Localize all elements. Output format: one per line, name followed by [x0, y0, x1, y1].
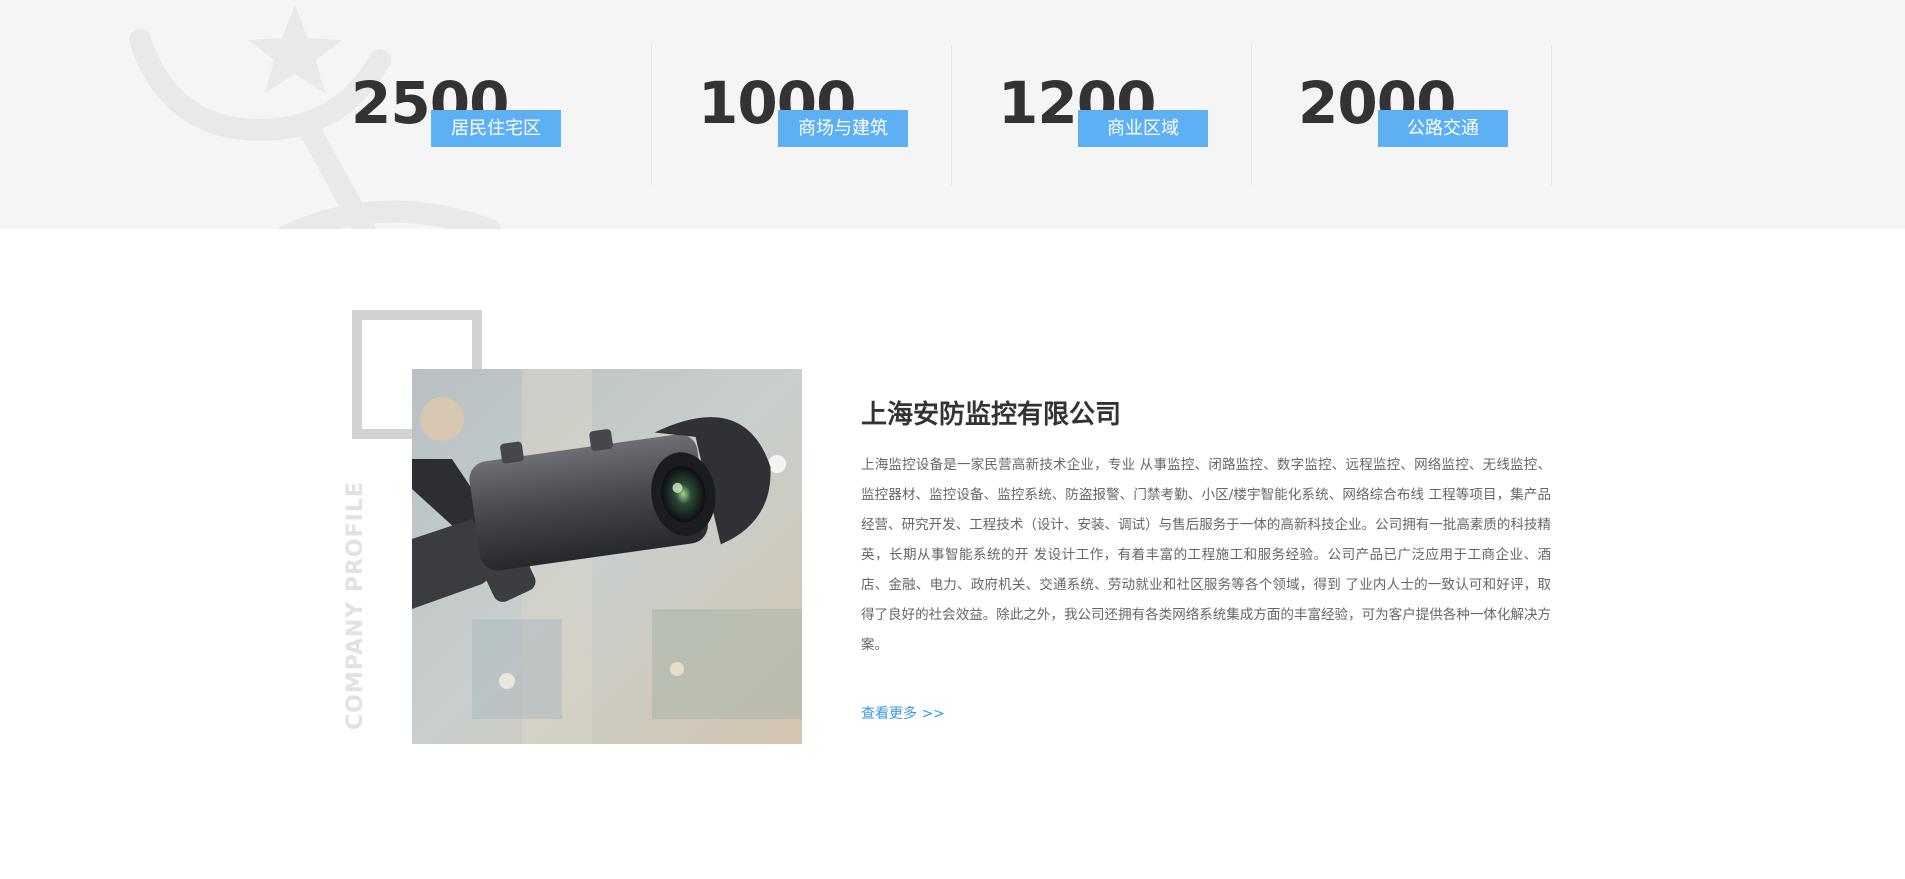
stat-badge: 公路交通 [1378, 110, 1508, 147]
stat-badge: 商场与建筑 [778, 110, 908, 147]
stat-divider [1251, 45, 1252, 185]
section-label-vertical: COMPANY PROFILE [343, 481, 368, 730]
read-more-link[interactable]: 查看更多 >> [861, 703, 945, 723]
stat-badge: 商业区域 [1078, 110, 1208, 147]
stat-divider [651, 45, 652, 185]
company-title: 上海安防监控有限公司 [861, 400, 1122, 430]
stat-divider [1551, 45, 1552, 185]
security-camera-image [412, 369, 802, 744]
company-description: 上海监控设备是一家民营高新技术企业，专业 从事监控、闭路监控、数字监控、远程监控… [861, 457, 1551, 653]
stat-badge: 居民住宅区 [431, 110, 561, 147]
stats-band: 2500 居民住宅区 1000 商场与建筑 1200 商业区域 2000 公路交… [0, 0, 1905, 229]
stat-divider [951, 45, 952, 185]
